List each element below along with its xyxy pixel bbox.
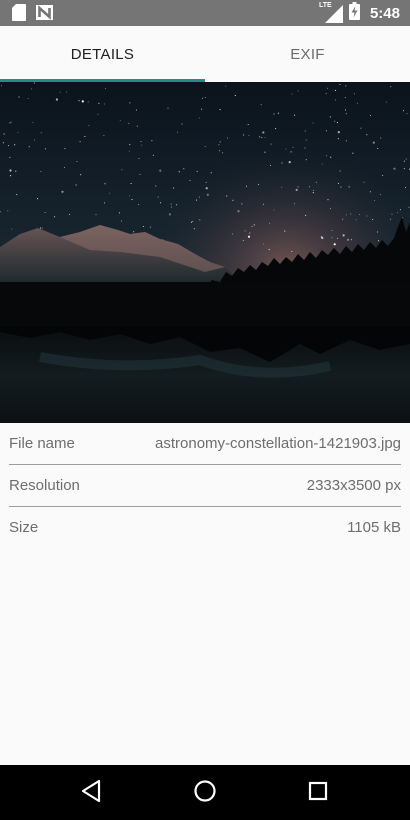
status-bar: LTE 5:48 [0, 0, 410, 26]
detail-row-size: Size 1105 kB [9, 507, 401, 548]
home-icon [193, 779, 217, 808]
lte-signal-icon: LTE [318, 2, 343, 23]
status-time: 5:48 [369, 4, 400, 22]
back-button[interactable] [77, 779, 105, 807]
recents-button[interactable] [304, 779, 332, 807]
details-list: File name astronomy-constellation-142190… [0, 423, 410, 548]
tab-details-label: DETAILS [70, 45, 135, 63]
sd-card-icon [12, 4, 26, 26]
tab-bar: DETAILS EXIF [0, 26, 410, 82]
photo-preview[interactable] [0, 82, 410, 423]
network-type-label: LTE [318, 2, 332, 9]
back-icon [80, 779, 102, 808]
resolution-value: 2333x3500 px [306, 477, 401, 494]
n-notification-icon [36, 5, 53, 25]
recents-icon [307, 780, 329, 807]
home-button[interactable] [191, 779, 219, 807]
nav-bar [0, 765, 410, 820]
tab-details[interactable]: DETAILS [0, 26, 205, 82]
size-value: 1105 kB [347, 519, 401, 536]
tab-exif[interactable]: EXIF [205, 26, 410, 82]
status-right-icons: LTE 5:48 [318, 1, 400, 25]
screen: LTE 5:48 DETAILS EXIF File name astronom… [0, 0, 410, 820]
detail-row-file-name: File name astronomy-constellation-142190… [9, 423, 401, 465]
file-name-label: File name [9, 435, 75, 452]
size-label: Size [9, 519, 39, 536]
resolution-label: Resolution [9, 477, 80, 494]
detail-row-resolution: Resolution 2333x3500 px [9, 465, 401, 507]
file-name-value: astronomy-constellation-1421903.jpg [155, 435, 401, 452]
tab-exif-label: EXIF [290, 45, 325, 63]
battery-charging-icon [348, 1, 360, 25]
status-left-icons [12, 4, 53, 26]
